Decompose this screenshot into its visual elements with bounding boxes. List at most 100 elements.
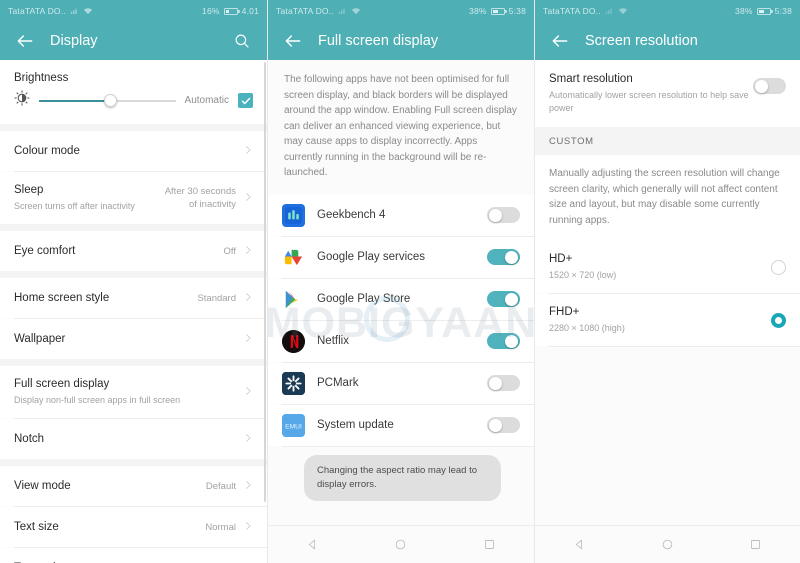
description-text: The following apps have not been optimis… bbox=[268, 60, 534, 195]
list-item[interactable]: Notch bbox=[0, 419, 267, 459]
chevron-right-icon bbox=[243, 383, 253, 401]
wifi-icon bbox=[618, 7, 628, 15]
three-phone-screenshots: TataTATA DO.. 16% 4.01 Display Brightnes… bbox=[0, 0, 800, 563]
battery-percent: 38% bbox=[469, 6, 487, 16]
status-right: 16% 4.01 bbox=[202, 6, 259, 16]
status-right: 38% 5:38 bbox=[735, 6, 792, 16]
app-toggle[interactable] bbox=[487, 417, 520, 433]
status-left: TataTATA DO.. bbox=[276, 6, 361, 16]
list-item[interactable]: View mode Default bbox=[0, 466, 267, 506]
nav-recents-icon[interactable] bbox=[483, 538, 496, 551]
automatic-label: Automatic bbox=[184, 95, 229, 106]
signal-icon bbox=[70, 7, 79, 15]
brightness-slider[interactable] bbox=[39, 93, 176, 108]
navigation-bar[interactable] bbox=[268, 525, 534, 563]
divider bbox=[282, 445, 534, 447]
app-toggle[interactable] bbox=[487, 249, 520, 265]
item-value: Standard bbox=[197, 292, 236, 304]
nav-back-icon[interactable] bbox=[306, 538, 319, 551]
section-gap bbox=[0, 271, 267, 278]
brightness-label: Brightness bbox=[14, 72, 69, 84]
list-item[interactable]: Colour mode bbox=[0, 131, 267, 171]
resolution-option-fhd[interactable]: FHD+ 2280 × 1080 (high) bbox=[535, 294, 800, 346]
toast-message: Changing the aspect ratio may lead to di… bbox=[304, 455, 501, 501]
list-item[interactable]: Geekbench 4 bbox=[268, 194, 534, 236]
clock: 4.01 bbox=[241, 6, 259, 16]
item-value: Off bbox=[223, 245, 237, 257]
page-title: Full screen display bbox=[318, 33, 439, 49]
carrier-label: TataTATA DO.. bbox=[543, 6, 601, 16]
display-settings-list[interactable]: Brightness Automatic Colour mode Sleep S… bbox=[0, 60, 267, 563]
app-toggle[interactable] bbox=[487, 291, 520, 307]
custom-section-header: CUSTOM bbox=[535, 127, 800, 155]
smart-resolution-row[interactable]: Smart resolution Automatically lower scr… bbox=[535, 60, 800, 127]
option-label: HD+ bbox=[549, 253, 573, 265]
chevron-right-icon bbox=[243, 330, 253, 348]
wifi-icon bbox=[351, 7, 361, 15]
screen-resolution-list[interactable]: Smart resolution Automatically lower scr… bbox=[535, 60, 800, 563]
app-bar: Display bbox=[0, 22, 267, 60]
pcmark-icon bbox=[282, 371, 305, 395]
item-label: Sleep bbox=[14, 184, 44, 196]
list-item[interactable]: Text style Default bbox=[0, 548, 267, 563]
section-gap bbox=[0, 124, 267, 131]
netflix-icon bbox=[282, 329, 305, 353]
list-item[interactable]: Eye comfort Off bbox=[0, 231, 267, 271]
scrollbar[interactable] bbox=[264, 62, 266, 502]
page-title: Screen resolution bbox=[585, 33, 698, 49]
back-arrow-icon[interactable] bbox=[549, 30, 571, 52]
nav-back-icon[interactable] bbox=[573, 538, 586, 551]
panel-full-screen-display: TataTATA DO.. 38% 5:38 Full screen displ… bbox=[267, 0, 534, 563]
radio-button-selected[interactable] bbox=[771, 312, 786, 328]
list-item[interactable]: Wallpaper bbox=[0, 319, 267, 359]
section-gap bbox=[0, 359, 267, 366]
status-left: TataTATA DO.. bbox=[8, 6, 93, 16]
carrier-label: TataTATA DO.. bbox=[8, 6, 66, 16]
nav-home-icon[interactable] bbox=[661, 538, 674, 551]
smart-resolution-sub: Automatically lower screen resolution to… bbox=[549, 90, 749, 113]
search-icon[interactable] bbox=[231, 30, 253, 52]
battery-icon bbox=[756, 7, 773, 15]
list-item[interactable]: Sleep Screen turns off after inactivity … bbox=[0, 172, 267, 224]
item-label: Full screen display bbox=[14, 378, 110, 390]
app-toggle[interactable] bbox=[487, 375, 520, 391]
resolution-option-hd[interactable]: HD+ 1520 × 720 (low) bbox=[535, 241, 800, 293]
radio-button[interactable] bbox=[771, 259, 786, 275]
page-title: Display bbox=[50, 33, 98, 49]
automatic-checkbox[interactable] bbox=[238, 93, 253, 108]
option-sub: 2280 × 1080 (high) bbox=[549, 323, 625, 333]
list-item[interactable]: PCMark bbox=[268, 362, 534, 404]
brightness-section: Brightness bbox=[0, 60, 267, 86]
nav-recents-icon[interactable] bbox=[749, 538, 762, 551]
navigation-bar[interactable] bbox=[535, 525, 800, 563]
list-item[interactable]: Home screen style Standard bbox=[0, 278, 267, 318]
chevron-right-icon bbox=[243, 289, 253, 307]
panel-screen-resolution: TataTATA DO.. 38% 5:38 Screen resolution bbox=[534, 0, 800, 563]
item-sub: Display non-full screen apps in full scr… bbox=[14, 395, 181, 405]
divider bbox=[549, 346, 800, 347]
back-arrow-icon[interactable] bbox=[14, 30, 36, 52]
signal-icon bbox=[605, 7, 614, 15]
item-sub: Screen turns off after inactivity bbox=[14, 201, 135, 211]
battery-icon bbox=[490, 7, 507, 15]
chevron-right-icon bbox=[243, 242, 253, 260]
item-label: Home screen style bbox=[14, 291, 110, 304]
list-item[interactable]: Text size Normal bbox=[0, 507, 267, 547]
back-arrow-icon[interactable] bbox=[282, 30, 304, 52]
list-item[interactable]: Google Play Store bbox=[268, 278, 534, 320]
smart-resolution-toggle[interactable] bbox=[753, 78, 786, 94]
list-item[interactable]: Netflix bbox=[268, 320, 534, 362]
list-item[interactable]: Google Play services bbox=[268, 236, 534, 278]
item-label: View mode bbox=[14, 479, 71, 492]
list-item[interactable]: Full screen display Display non-full scr… bbox=[0, 366, 267, 418]
app-toggle[interactable] bbox=[487, 207, 520, 223]
section-gap bbox=[0, 459, 267, 466]
chevron-right-icon bbox=[243, 142, 253, 160]
list-item[interactable]: EMUI System update bbox=[268, 404, 534, 446]
item-label: Wallpaper bbox=[14, 332, 66, 345]
nav-home-icon[interactable] bbox=[394, 538, 407, 551]
chevron-right-icon bbox=[243, 559, 253, 563]
app-bar: Screen resolution bbox=[535, 22, 800, 60]
brightness-row[interactable]: Automatic bbox=[0, 86, 267, 124]
app-toggle[interactable] bbox=[487, 333, 520, 349]
